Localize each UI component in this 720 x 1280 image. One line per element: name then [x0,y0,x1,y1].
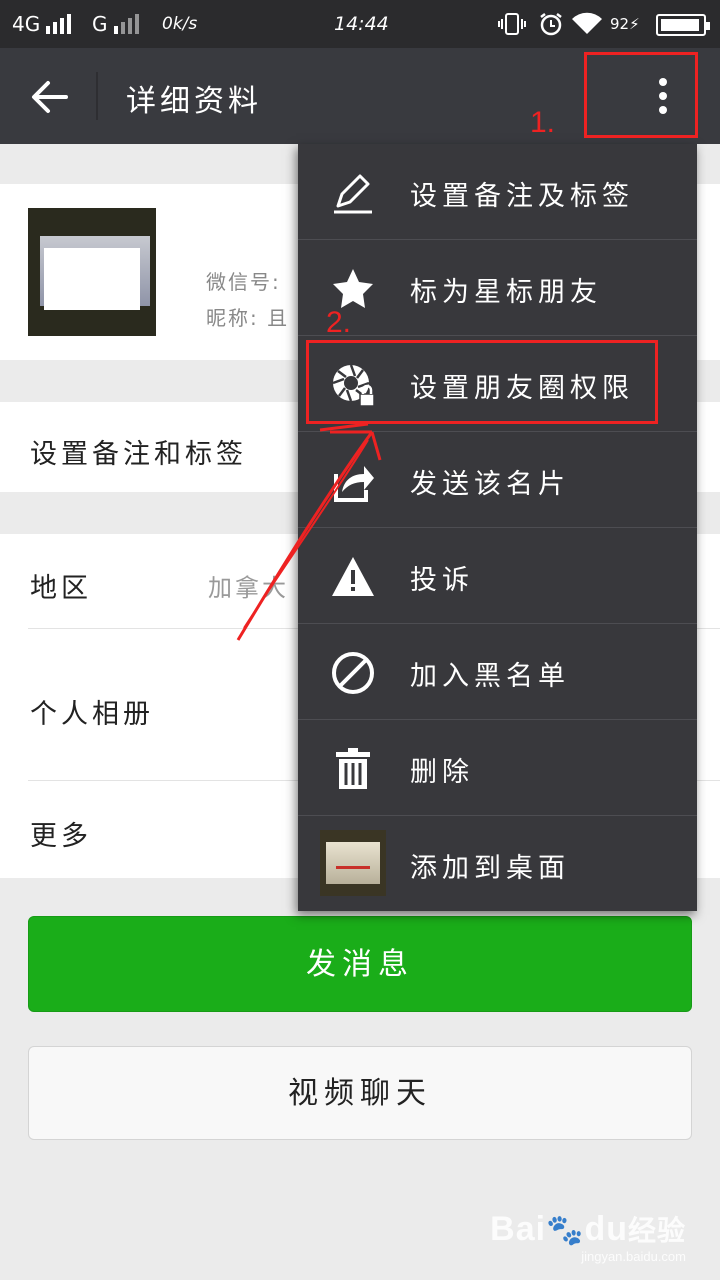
watermark-brand-suffix: du [584,1210,628,1248]
watermark-brand: Bai [490,1210,547,1248]
watermark-product: 经验 [627,1215,686,1246]
watermark: Bai🐾du经验 jingyan.baidu.com [490,1209,686,1264]
paw-icon: 🐾 [546,1214,585,1247]
annotation-arrow [236,422,382,641]
watermark-url: jingyan.baidu.com [581,1249,686,1264]
